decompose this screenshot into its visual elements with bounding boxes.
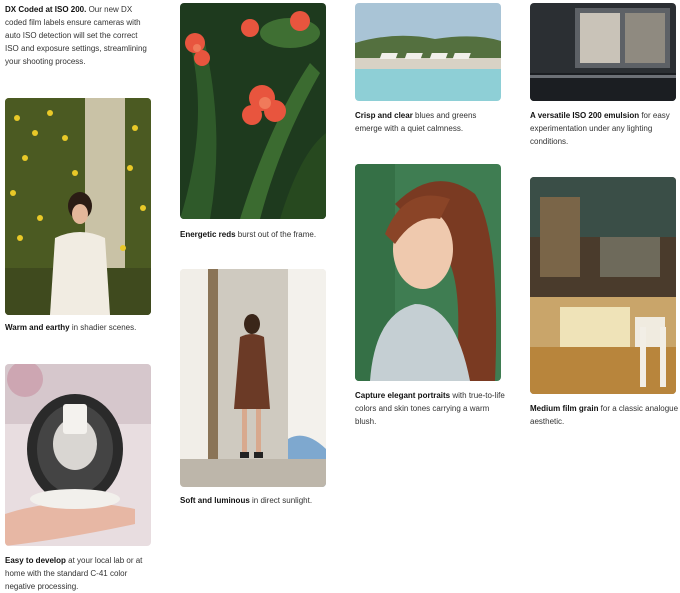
caption-warm-earthy-text: in shadier scenes. — [69, 323, 137, 332]
caption-medium-grain: Medium film grain for a classic analogue… — [530, 402, 680, 428]
caption-versatile-bold: A versatile ISO 200 emulsion — [530, 111, 640, 120]
photo-warm-earthy — [5, 98, 151, 315]
caption-soft-luminous: Soft and luminous in direct sunlight. — [180, 494, 330, 507]
caption-elegant-portraits: Capture elegant portraits with true-to-l… — [355, 389, 505, 428]
caption-dx-coded: DX Coded at ISO 200. Our new DX coded fi… — [5, 3, 150, 68]
caption-energetic-reds: Energetic reds burst out of the frame. — [180, 228, 330, 241]
caption-dx-coded-text: Our new DX coded film labels ensure came… — [5, 5, 147, 66]
photo-medium-grain — [530, 177, 676, 394]
caption-soft-luminous-text: in direct sunlight. — [249, 496, 313, 505]
caption-soft-luminous-bold: Soft and luminous — [180, 496, 250, 505]
caption-easy-develop-bold: Easy to develop — [5, 556, 66, 565]
caption-versatile: A versatile ISO 200 emulsion for easy ex… — [530, 109, 680, 148]
caption-crisp-clear-bold: Crisp and clear — [355, 111, 413, 120]
photo-elegant-portrait — [355, 164, 501, 381]
caption-easy-develop: Easy to develop at your local lab or at … — [5, 554, 150, 593]
caption-medium-grain-bold: Medium film grain — [530, 404, 599, 413]
photo-soft-luminous — [180, 269, 326, 487]
caption-warm-earthy: Warm and earthy in shadier scenes. — [5, 321, 155, 334]
caption-crisp-clear: Crisp and clear blues and greens emerge … — [355, 109, 505, 135]
photo-versatile — [530, 3, 676, 101]
caption-dx-coded-bold: DX Coded at ISO 200. — [5, 5, 87, 14]
caption-energetic-reds-bold: Energetic reds — [180, 230, 236, 239]
caption-energetic-reds-text: burst out of the frame. — [235, 230, 317, 239]
caption-warm-earthy-bold: Warm and earthy — [5, 323, 70, 332]
caption-elegant-portraits-bold: Capture elegant portraits — [355, 391, 451, 400]
photo-film-roll — [5, 364, 151, 546]
photo-crisp-clear — [355, 3, 501, 101]
photo-energetic-reds — [180, 3, 326, 219]
